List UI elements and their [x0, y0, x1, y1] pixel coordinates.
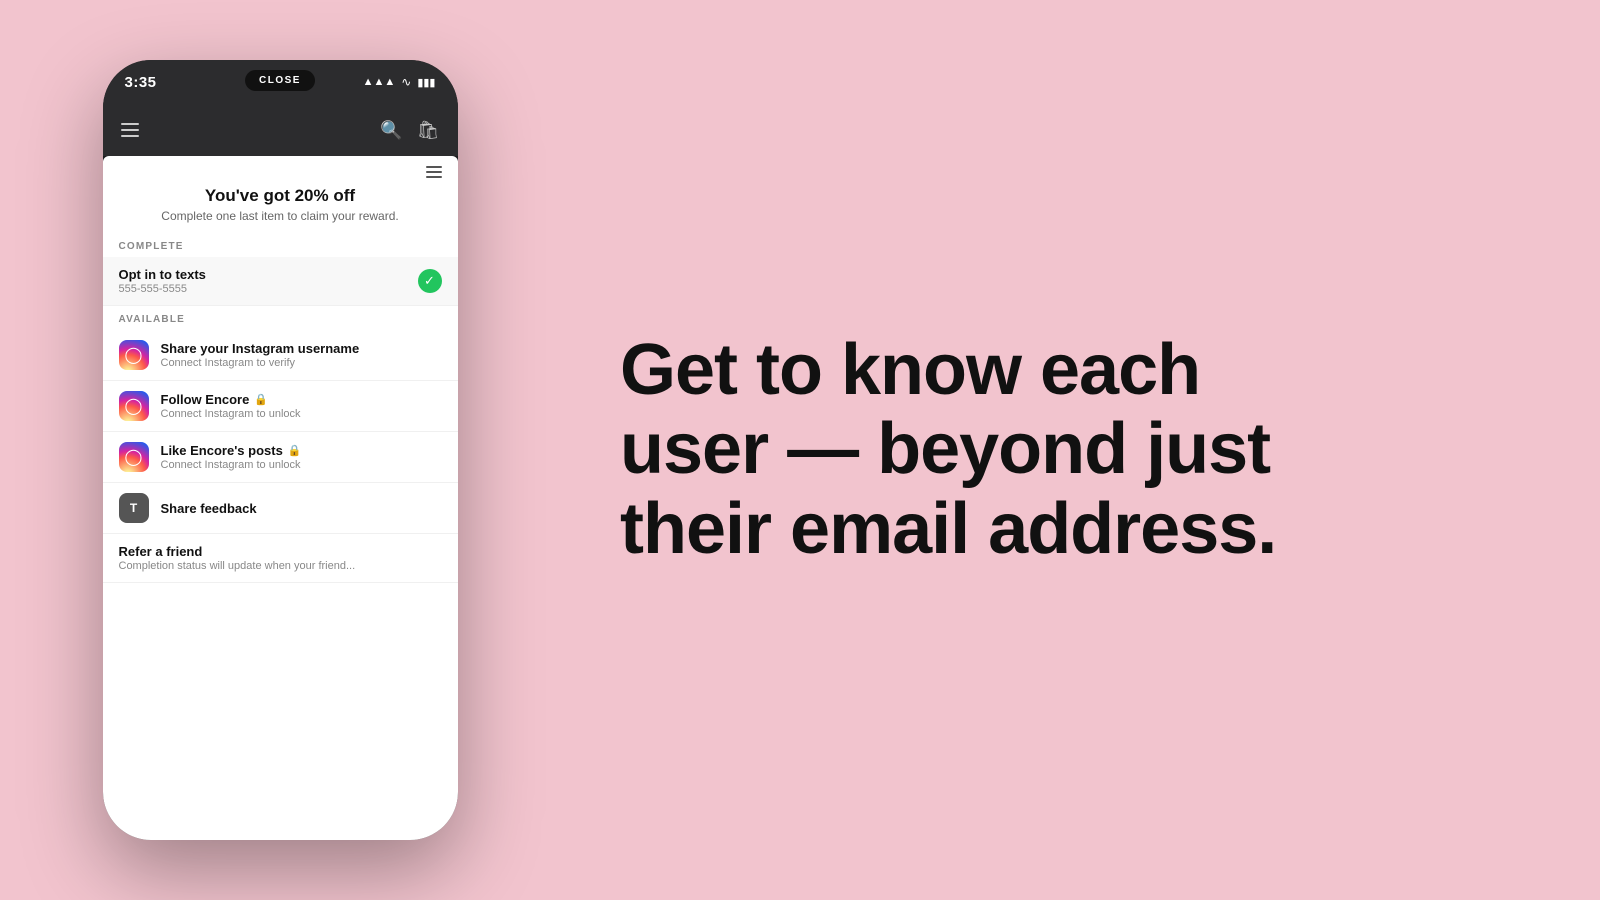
- item-sub: 555-555-5555: [119, 283, 406, 295]
- item-title-row: Share feedback: [161, 501, 442, 516]
- item-title: Refer a friend: [119, 544, 203, 559]
- feedback-icon: T: [119, 493, 149, 523]
- tagline-line3: their email address.: [620, 489, 1276, 569]
- bag-icon[interactable]: 🛍: [417, 120, 440, 141]
- item-title-row: Follow Encore 🔒: [161, 392, 442, 407]
- item-title: Opt in to texts: [119, 267, 206, 282]
- content-menu-row: [103, 156, 458, 182]
- item-text: Like Encore's posts 🔒 Connect Instagram …: [161, 443, 442, 471]
- instagram-icon: ◯: [119, 340, 149, 370]
- right-panel: Get to know each user — beyond just thei…: [560, 271, 1600, 629]
- complete-section-label: COMPLETE: [103, 233, 458, 257]
- item-title-row: Like Encore's posts 🔒: [161, 443, 442, 458]
- app-navbar: 🔍 🛍: [103, 104, 458, 156]
- item-text: Opt in to texts 555-555-5555: [119, 267, 406, 295]
- wifi-icon: ∿: [401, 75, 411, 89]
- battery-icon: ▮▮▮: [417, 76, 435, 89]
- tagline: Get to know each user — beyond just thei…: [620, 331, 1276, 569]
- phone-mockup: 3:35 CLOSE ▲▲▲ ∿ ▮▮▮ 🔍 🛍: [103, 60, 458, 840]
- status-icons: ▲▲▲ ∿ ▮▮▮: [363, 75, 436, 89]
- item-title: Follow Encore: [161, 392, 250, 407]
- item-title: Share feedback: [161, 501, 257, 516]
- item-title: Like Encore's posts: [161, 443, 283, 458]
- item-text: Follow Encore 🔒 Connect Instagram to unl…: [161, 392, 442, 420]
- list-item[interactable]: ◯ Share your Instagram username Connect …: [103, 330, 458, 381]
- check-icon: ✓: [418, 269, 442, 293]
- signal-icon: ▲▲▲: [363, 76, 396, 88]
- item-sub: Connect Instagram to unlock: [161, 459, 442, 471]
- item-sub: Connect Instagram to verify: [161, 357, 442, 369]
- lock-icon: 🔒: [288, 444, 302, 457]
- list-item[interactable]: ◯ Like Encore's posts 🔒 Connect Instagra…: [103, 432, 458, 483]
- phone-content: You've got 20% off Complete one last ite…: [103, 156, 458, 840]
- instagram-icon: ◯: [119, 442, 149, 472]
- available-section-label: AVAILABLE: [103, 306, 458, 330]
- item-text: Refer a friend Completion status will up…: [119, 544, 442, 572]
- item-sub: Connect Instagram to unlock: [161, 408, 442, 420]
- item-text: Share feedback: [161, 501, 442, 516]
- reward-header: You've got 20% off Complete one last ite…: [103, 182, 458, 233]
- item-title: Share your Instagram username: [161, 341, 360, 356]
- list-item[interactable]: T Share feedback: [103, 483, 458, 534]
- item-sub: Completion status will update when your …: [119, 560, 442, 572]
- tagline-line1: Get to know each: [620, 330, 1200, 410]
- reward-title: You've got 20% off: [127, 186, 434, 206]
- item-text: Share your Instagram username Connect In…: [161, 341, 442, 369]
- left-panel: 3:35 CLOSE ▲▲▲ ∿ ▮▮▮ 🔍 🛍: [0, 0, 560, 900]
- content-menu-icon[interactable]: [426, 166, 442, 178]
- list-item[interactable]: Opt in to texts 555-555-5555 ✓: [103, 257, 458, 306]
- item-title-row: Share your Instagram username: [161, 341, 442, 356]
- nav-right-icons: 🔍 🛍: [380, 120, 439, 141]
- status-bar: 3:35 CLOSE ▲▲▲ ∿ ▮▮▮: [103, 60, 458, 104]
- instagram-icon: ◯: [119, 391, 149, 421]
- list-item[interactable]: Refer a friend Completion status will up…: [103, 534, 458, 583]
- status-time: 3:35: [125, 74, 157, 91]
- item-title-row: Opt in to texts: [119, 267, 406, 282]
- reward-subtitle: Complete one last item to claim your rew…: [127, 209, 434, 223]
- lock-icon: 🔒: [254, 393, 268, 406]
- list-item[interactable]: ◯ Follow Encore 🔒 Connect Instagram to u…: [103, 381, 458, 432]
- search-icon[interactable]: 🔍: [380, 120, 402, 141]
- item-title-row: Refer a friend: [119, 544, 442, 559]
- tagline-line2: user — beyond just: [620, 409, 1270, 489]
- close-button[interactable]: CLOSE: [245, 70, 315, 91]
- hamburger-menu-icon[interactable]: [121, 123, 139, 137]
